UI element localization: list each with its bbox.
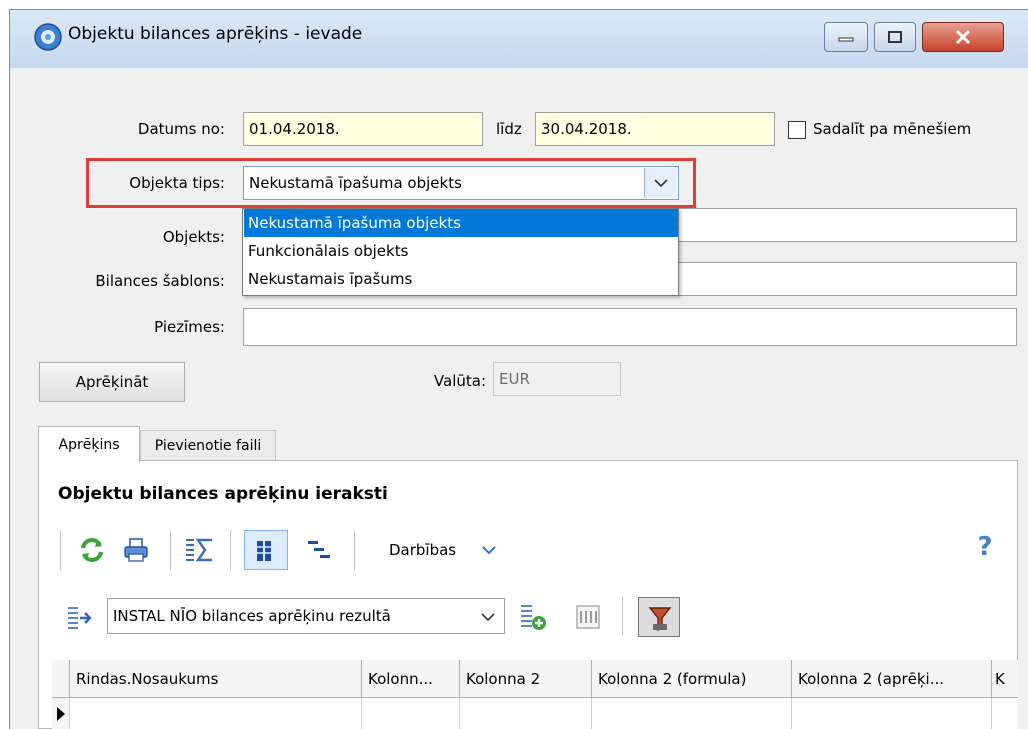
row-selector[interactable] <box>52 698 70 729</box>
grid-cell[interactable] <box>792 698 992 729</box>
toolbar-separator <box>354 530 355 570</box>
object-type-value: Nekustamā īpašuma objekts <box>249 174 462 192</box>
toolbar-separator <box>170 530 171 570</box>
tab-attached-files[interactable]: Pievienotie faili <box>140 430 276 460</box>
notes-input[interactable] <box>243 308 1017 346</box>
grid-header[interactable]: Kolonna 2 <box>460 660 592 698</box>
app-icon <box>34 23 62 51</box>
dropdown-option-0[interactable]: Nekustamā īpašuma objekts <box>244 209 678 237</box>
grid-corner <box>52 660 70 698</box>
panel-title: Objektu bilances aprēķinu ieraksti <box>58 484 388 504</box>
object-label: Objekts: <box>162 228 225 246</box>
tab-attached-files-label: Pievienotie faili <box>154 437 262 454</box>
toolbar-separator <box>230 530 231 570</box>
sum-icon[interactable] <box>184 536 216 564</box>
date-to-input[interactable]: 30.04.2018. <box>535 112 775 146</box>
date-from-label: Datums no: <box>137 120 225 138</box>
list-icon[interactable] <box>574 603 602 631</box>
split-months-label: Sadalīt pa mēnešiem <box>813 120 972 138</box>
grid-cell[interactable] <box>70 698 362 729</box>
currency-field: EUR <box>493 362 621 396</box>
tab-calculation-label: Aprēķins <box>58 436 120 453</box>
grid-header[interactable]: Rindas.Nosaukums <box>70 660 362 698</box>
grid-header[interactable]: K <box>992 660 1018 698</box>
balance-template-label: Bilances šablons: <box>95 272 225 290</box>
filter-icon <box>648 607 672 632</box>
maximize-icon <box>888 31 902 43</box>
add-report-icon[interactable] <box>518 602 548 632</box>
help-icon[interactable]: ? <box>970 532 1000 568</box>
dropdown-arrow-icon <box>654 179 668 188</box>
columns-icon <box>257 541 271 561</box>
dropdown-option-2[interactable]: Nekustamais īpašums <box>244 265 678 293</box>
chevron-down-icon <box>482 546 496 555</box>
grid-cell[interactable] <box>362 698 460 729</box>
grid-header[interactable]: Kolonna 2 (formula) <box>592 660 792 698</box>
date-to-label: līdz <box>496 120 522 138</box>
grid-cell[interactable] <box>992 698 1018 729</box>
minimize-icon <box>838 37 854 42</box>
move-icon[interactable] <box>66 604 92 630</box>
grid-header[interactable]: Kolonn... <box>362 660 460 698</box>
filter-button[interactable] <box>638 597 680 637</box>
columns-toggle-button[interactable] <box>244 530 288 570</box>
tab-calculation[interactable]: Aprēķins <box>38 426 140 462</box>
tree-icon[interactable] <box>306 538 332 562</box>
currency-label: Valūta: <box>433 372 486 390</box>
report-select-value: INSTAL NĪO bilances aprēķinu rezultā <box>113 607 391 625</box>
print-icon[interactable] <box>122 536 150 564</box>
minimize-button[interactable] <box>824 22 868 52</box>
dropdown-option-1[interactable]: Funkcionālais objekts <box>244 237 678 265</box>
window-title: Objektu bilances aprēķins - ievade <box>68 24 363 44</box>
actions-menu-label: Darbības <box>389 541 457 559</box>
split-months-checkbox[interactable] <box>788 121 806 139</box>
actions-menu[interactable]: Darbības <box>389 541 456 559</box>
close-icon <box>955 29 971 45</box>
grid-cell[interactable] <box>592 698 792 729</box>
date-from-input[interactable]: 01.04.2018. <box>243 112 483 146</box>
report-select[interactable]: INSTAL NĪO bilances aprēķinu rezultā <box>107 598 505 634</box>
refresh-icon[interactable] <box>78 536 106 564</box>
toolbar-separator <box>622 596 623 636</box>
dropdown-arrow-icon <box>481 613 495 622</box>
grid-header[interactable]: Kolonna 2 (aprēķi... <box>792 660 992 698</box>
object-type-label: Objekta tips: <box>129 174 225 192</box>
object-type-select[interactable]: Nekustamā īpašuma objekts <box>243 166 679 200</box>
toolbar-separator <box>60 530 61 570</box>
maximize-button[interactable] <box>874 22 916 52</box>
grid-cell[interactable] <box>460 698 592 729</box>
calculate-button[interactable]: Aprēķināt <box>39 362 185 402</box>
object-type-dropdown-button[interactable] <box>644 168 677 198</box>
notes-label: Piezīmes: <box>154 318 225 336</box>
close-button[interactable] <box>922 22 1004 52</box>
row-pointer-icon <box>57 707 65 721</box>
